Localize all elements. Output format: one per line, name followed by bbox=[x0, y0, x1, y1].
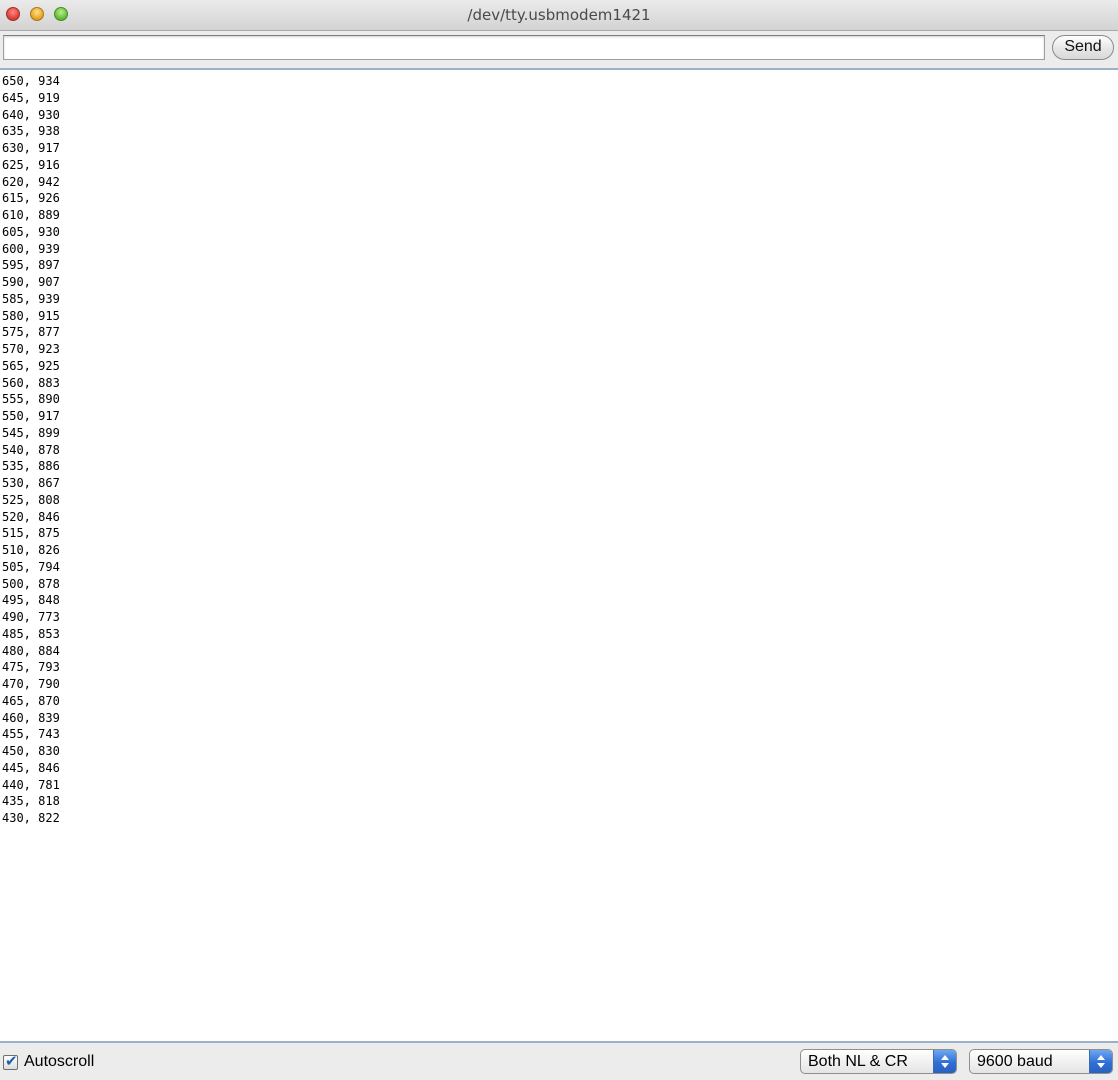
output-line: 580, 915 bbox=[2, 308, 60, 323]
chevron-up-icon bbox=[1097, 1055, 1105, 1060]
output-line: 560, 883 bbox=[2, 375, 60, 390]
output-line: 595, 897 bbox=[2, 258, 60, 273]
baud-rate-value: 9600 baud bbox=[977, 1053, 1053, 1070]
output-line: 600, 939 bbox=[2, 241, 60, 256]
output-line: 550, 917 bbox=[2, 409, 60, 423]
output-line: 555, 890 bbox=[2, 392, 60, 407]
output-line: 480, 884 bbox=[2, 643, 60, 658]
output-line: 520, 846 bbox=[2, 509, 60, 524]
output-line: 615, 926 bbox=[2, 191, 60, 206]
output-line: 640, 930 bbox=[2, 107, 60, 122]
output-line: 515, 875 bbox=[2, 526, 60, 541]
window-title: /dev/tty.usbmodem1421 bbox=[467, 6, 651, 24]
output-line: 495, 848 bbox=[2, 593, 60, 608]
output-line: 620, 942 bbox=[2, 174, 60, 189]
output-line: 525, 808 bbox=[2, 492, 60, 507]
output-line: 455, 743 bbox=[2, 727, 60, 742]
autoscroll-toggle[interactable]: ✔ Autoscroll bbox=[3, 1051, 95, 1071]
output-line: 430, 822 bbox=[2, 811, 60, 825]
autoscroll-label: Autoscroll bbox=[24, 1053, 95, 1070]
output-line: 535, 886 bbox=[2, 459, 60, 474]
output-line: 590, 907 bbox=[2, 275, 60, 289]
output-line: 585, 939 bbox=[2, 291, 60, 306]
serial-output-area[interactable]: 650, 934 645, 919 640, 930 635, 938 630, 917… bbox=[0, 68, 1118, 1043]
output-line: 460, 839 bbox=[2, 710, 60, 725]
output-line: 440, 781 bbox=[2, 777, 60, 792]
output-line: 435, 818 bbox=[2, 794, 60, 809]
send-row: Send bbox=[0, 31, 1118, 67]
output-line: 445, 846 bbox=[2, 760, 60, 775]
output-line: 575, 877 bbox=[2, 325, 60, 340]
output-line: 500, 878 bbox=[2, 576, 60, 591]
baud-rate-select[interactable]: 9600 baud bbox=[969, 1049, 1113, 1074]
output-line: 540, 878 bbox=[2, 442, 60, 457]
checkmark-icon: ✔ bbox=[5, 1051, 18, 1070]
serial-output-lines: 650, 934 645, 919 640, 930 635, 938 630, 917… bbox=[2, 73, 60, 827]
output-line: 485, 853 bbox=[2, 626, 60, 641]
chevron-up-icon bbox=[941, 1055, 949, 1060]
output-line: 610, 889 bbox=[2, 208, 60, 222]
send-input[interactable] bbox=[3, 35, 1045, 60]
output-line: 650, 934 bbox=[2, 74, 60, 88]
output-line: 510, 826 bbox=[2, 543, 60, 557]
line-ending-value: Both NL & CR bbox=[808, 1053, 908, 1070]
output-line: 565, 925 bbox=[2, 358, 60, 373]
chevron-down-icon bbox=[941, 1063, 949, 1068]
output-line: 465, 870 bbox=[2, 693, 60, 708]
output-line: 635, 938 bbox=[2, 124, 60, 139]
output-line: 505, 794 bbox=[2, 559, 60, 574]
output-line: 450, 830 bbox=[2, 744, 60, 758]
output-line: 470, 790 bbox=[2, 677, 60, 691]
line-ending-select[interactable]: Both NL & CR bbox=[800, 1049, 957, 1074]
output-line: 490, 773 bbox=[2, 610, 60, 624]
output-line: 570, 923 bbox=[2, 342, 60, 356]
output-line: 545, 899 bbox=[2, 425, 60, 440]
serial-monitor-window: /dev/tty.usbmodem1421 Send 650, 934 645, … bbox=[0, 0, 1118, 1080]
output-line: 475, 793 bbox=[2, 660, 60, 675]
title-bar[interactable]: /dev/tty.usbmodem1421 bbox=[0, 0, 1118, 31]
footer-bar: ✔ Autoscroll Both NL & CR 9600 baud bbox=[0, 1043, 1118, 1080]
send-button[interactable]: Send bbox=[1052, 35, 1114, 60]
line-ending-stepper[interactable] bbox=[933, 1050, 956, 1073]
autoscroll-checkbox[interactable]: ✔ bbox=[3, 1051, 18, 1070]
output-line: 625, 916 bbox=[2, 157, 60, 172]
baud-rate-stepper[interactable] bbox=[1089, 1050, 1112, 1073]
output-line: 630, 917 bbox=[2, 141, 60, 155]
output-line: 645, 919 bbox=[2, 90, 60, 105]
output-line: 530, 867 bbox=[2, 476, 60, 490]
chevron-down-icon bbox=[1097, 1063, 1105, 1068]
output-line: 605, 930 bbox=[2, 224, 60, 239]
